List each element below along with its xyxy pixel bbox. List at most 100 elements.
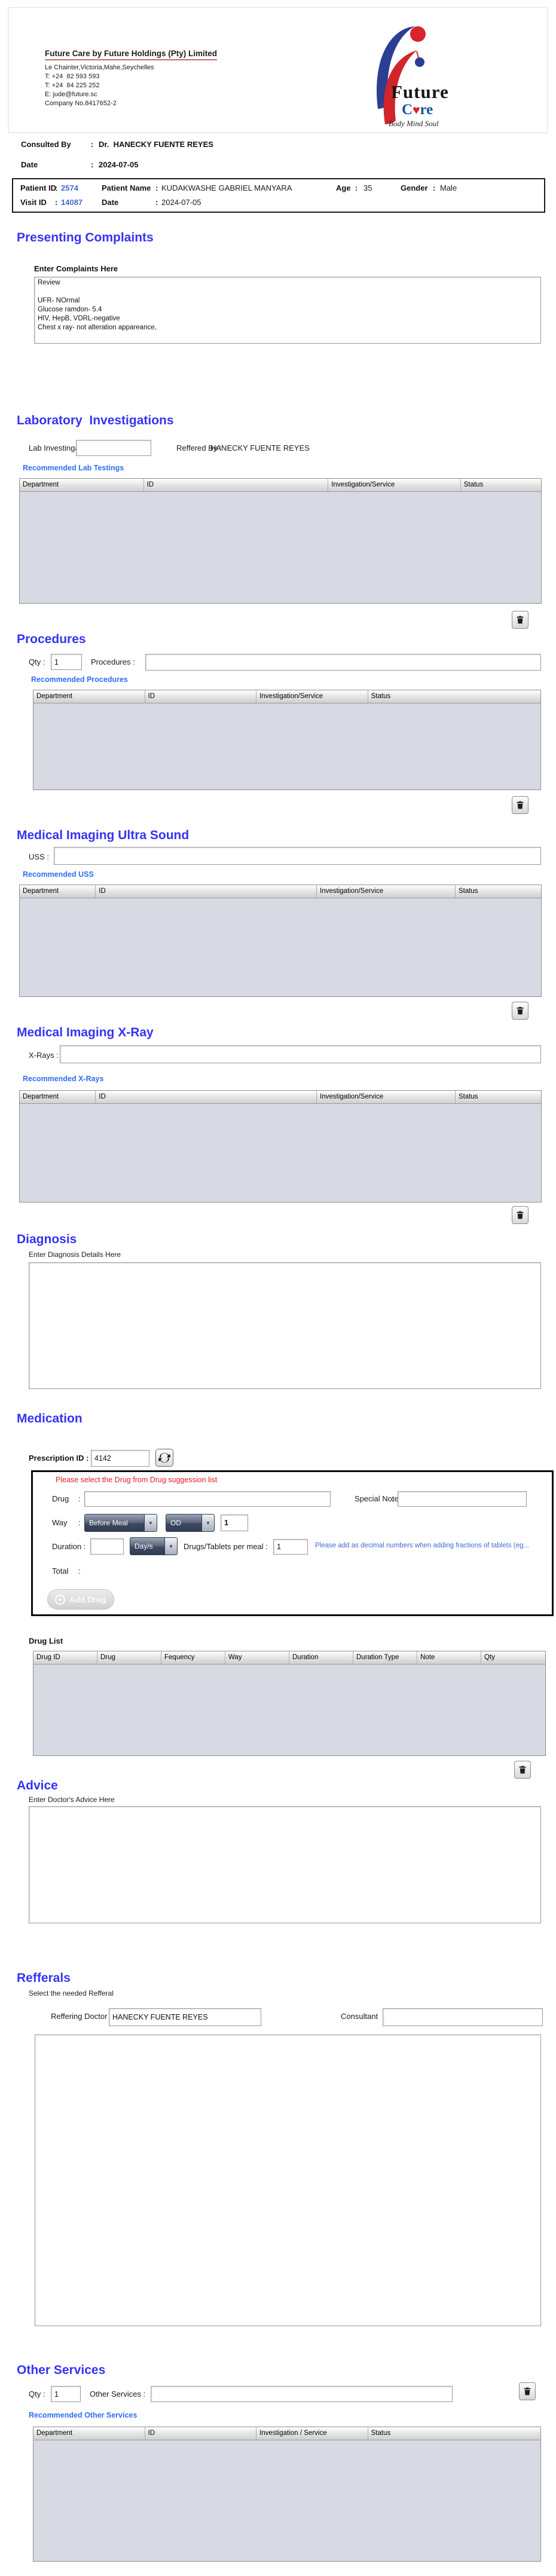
per-meal-input[interactable] bbox=[273, 1539, 308, 1555]
duration-input[interactable] bbox=[90, 1538, 124, 1555]
recommended-procedures-label: Recommended Procedures bbox=[31, 675, 128, 684]
consultant-label: Consultant bbox=[341, 2012, 378, 2021]
column-header-status[interactable]: Status bbox=[368, 2427, 540, 2440]
patient-name-value: KUDAKWASHE GABRIEL MANYARA bbox=[161, 183, 292, 192]
other-services-qty-input[interactable] bbox=[51, 2386, 81, 2402]
patient-id-value: 2574 bbox=[61, 183, 78, 192]
delete-lab-button[interactable] bbox=[512, 611, 528, 629]
column-header-drug[interactable]: Drug bbox=[97, 1651, 161, 1664]
column-header-investigation[interactable]: Investigation/Service bbox=[317, 885, 456, 898]
prescription-id-input[interactable] bbox=[91, 1450, 149, 1467]
procedures-qty-input[interactable] bbox=[51, 654, 82, 670]
logo-blue-dot bbox=[415, 57, 424, 67]
add-drug-button[interactable]: + Add Drug bbox=[47, 1589, 114, 1610]
delete-procedure-button[interactable] bbox=[512, 796, 528, 814]
column-header-qty[interactable]: Qty bbox=[481, 1651, 545, 1664]
xray-table-body bbox=[20, 1104, 541, 1202]
ultrasound-title: Medical Imaging Ultra Sound bbox=[17, 828, 190, 842]
column-header-id[interactable]: ID bbox=[145, 690, 257, 703]
advice-label: Enter Doctor's Advice Here bbox=[29, 1795, 115, 1804]
company-phone-1: T: +24 82 593 593 bbox=[45, 73, 100, 80]
advice-title: Advice bbox=[17, 1779, 58, 1792]
column-header-department[interactable]: Department bbox=[33, 690, 145, 703]
recommended-lab-testings-label: Recommended Lab Testings bbox=[23, 464, 124, 472]
frequency-select[interactable]: OD ▼ bbox=[166, 1514, 215, 1532]
total-colon: : bbox=[78, 1567, 81, 1575]
delete-other-service-button[interactable] bbox=[519, 2382, 536, 2400]
column-header-investigation[interactable]: Investigation/Service bbox=[328, 479, 461, 491]
delete-xray-button[interactable] bbox=[512, 1206, 528, 1224]
procedures-table-body bbox=[33, 703, 540, 790]
delete-uss-button[interactable] bbox=[512, 1002, 528, 1020]
column-header-status[interactable]: Status bbox=[456, 885, 541, 898]
column-header-status[interactable]: Status bbox=[456, 1091, 541, 1103]
procedures-input[interactable] bbox=[145, 654, 541, 671]
column-header-id[interactable]: ID bbox=[144, 479, 329, 491]
way-select-value: Before Meal bbox=[89, 1519, 128, 1527]
delete-drug-button[interactable] bbox=[514, 1761, 531, 1779]
column-header-id[interactable]: ID bbox=[96, 1091, 317, 1103]
column-header-department[interactable]: Department bbox=[20, 479, 144, 491]
way-select[interactable]: Before Meal ▼ bbox=[84, 1514, 157, 1532]
trash-icon bbox=[517, 1211, 524, 1219]
advice-textarea[interactable] bbox=[29, 1806, 541, 1923]
duration-label: Duration : bbox=[52, 1542, 86, 1551]
company-email: E: jude@future.sc bbox=[45, 91, 97, 98]
other-services-input[interactable] bbox=[151, 2386, 453, 2402]
patient-name-colon: : bbox=[155, 183, 158, 192]
lab-investigation-input[interactable] bbox=[76, 440, 151, 456]
column-header-investigation[interactable]: Investigation/Service bbox=[317, 1091, 456, 1103]
column-header-id[interactable]: ID bbox=[96, 885, 317, 898]
consult-date-value: 2024-07-05 bbox=[99, 160, 139, 169]
complaints-label: Enter Complaints Here bbox=[34, 264, 118, 273]
age-value: 35 bbox=[363, 183, 372, 192]
xray-table: Department ID Investigation/Service Stat… bbox=[19, 1090, 542, 1203]
company-phone-2: T: +24 84 225 252 bbox=[45, 82, 100, 89]
uss-input[interactable] bbox=[54, 847, 541, 865]
referring-doctor-input[interactable] bbox=[109, 2008, 261, 2026]
presenting-complaints-title: Presenting Complaints bbox=[17, 231, 154, 244]
diagnosis-textarea[interactable] bbox=[29, 1262, 541, 1389]
patient-info-box: Patient ID : 2574 Patient Name : KUDAKWA… bbox=[12, 178, 545, 213]
column-header-way[interactable]: Way bbox=[225, 1651, 289, 1664]
duration-type-select[interactable]: Day/s ▼ bbox=[130, 1537, 178, 1555]
column-header-drug-id[interactable]: Drug ID bbox=[33, 1651, 97, 1664]
consultant-input[interactable] bbox=[383, 2008, 543, 2026]
heart-icon: ♥ bbox=[413, 103, 420, 117]
column-header-department[interactable]: Department bbox=[20, 885, 96, 898]
column-header-status[interactable]: Status bbox=[461, 479, 541, 491]
column-header-frequency[interactable]: Fequency bbox=[161, 1651, 225, 1664]
recommended-xrays-label: Recommended X-Rays bbox=[23, 1075, 104, 1083]
frequency-qty-input[interactable] bbox=[221, 1515, 248, 1531]
column-header-id[interactable]: ID bbox=[145, 2427, 257, 2440]
trash-icon bbox=[517, 801, 524, 809]
logo-word-future: Future bbox=[391, 81, 449, 102]
drug-list-header: Drug ID Drug Fequency Way Duration Durat… bbox=[33, 1651, 545, 1665]
column-header-note[interactable]: Note bbox=[417, 1651, 481, 1664]
procedures-qty-label: Qty : bbox=[29, 657, 45, 666]
column-header-duration[interactable]: Duration bbox=[289, 1651, 353, 1664]
per-meal-note: Please add as decimal numbers when addin… bbox=[315, 1542, 529, 1549]
xray-title: Medical Imaging X-Ray bbox=[17, 1026, 154, 1039]
column-header-department[interactable]: Department bbox=[20, 1091, 96, 1103]
xray-table-header: Department ID Investigation/Service Stat… bbox=[20, 1091, 541, 1104]
column-header-department[interactable]: Department bbox=[33, 2427, 145, 2440]
trash-icon bbox=[517, 1006, 524, 1015]
drug-input[interactable] bbox=[84, 1491, 331, 1507]
column-header-duration-type[interactable]: Duration Type bbox=[353, 1651, 417, 1664]
frequency-select-value: OD bbox=[170, 1519, 181, 1527]
add-drug-label: Add Drug bbox=[69, 1595, 106, 1604]
other-services-qty-label: Qty : bbox=[29, 2390, 45, 2398]
column-header-investigation[interactable]: Investigation/Service bbox=[256, 690, 368, 703]
special-notes-input[interactable] bbox=[398, 1491, 527, 1507]
way-colon: : bbox=[78, 1518, 81, 1527]
column-header-status[interactable]: Status bbox=[368, 690, 540, 703]
medication-title: Medication bbox=[17, 1412, 83, 1425]
refresh-prescription-button[interactable] bbox=[155, 1449, 173, 1467]
column-header-investigation[interactable]: Investigation / Service bbox=[256, 2427, 368, 2440]
prescription-id-label: Prescription ID : bbox=[29, 1454, 89, 1463]
complaints-textarea[interactable]: Review UFR- NOrmal Glucose ramdon- 5.4 H… bbox=[34, 277, 541, 344]
referral-listbox[interactable] bbox=[35, 2035, 541, 2326]
xray-input[interactable] bbox=[60, 1045, 541, 1063]
procedures-title: Procedures bbox=[17, 632, 86, 646]
